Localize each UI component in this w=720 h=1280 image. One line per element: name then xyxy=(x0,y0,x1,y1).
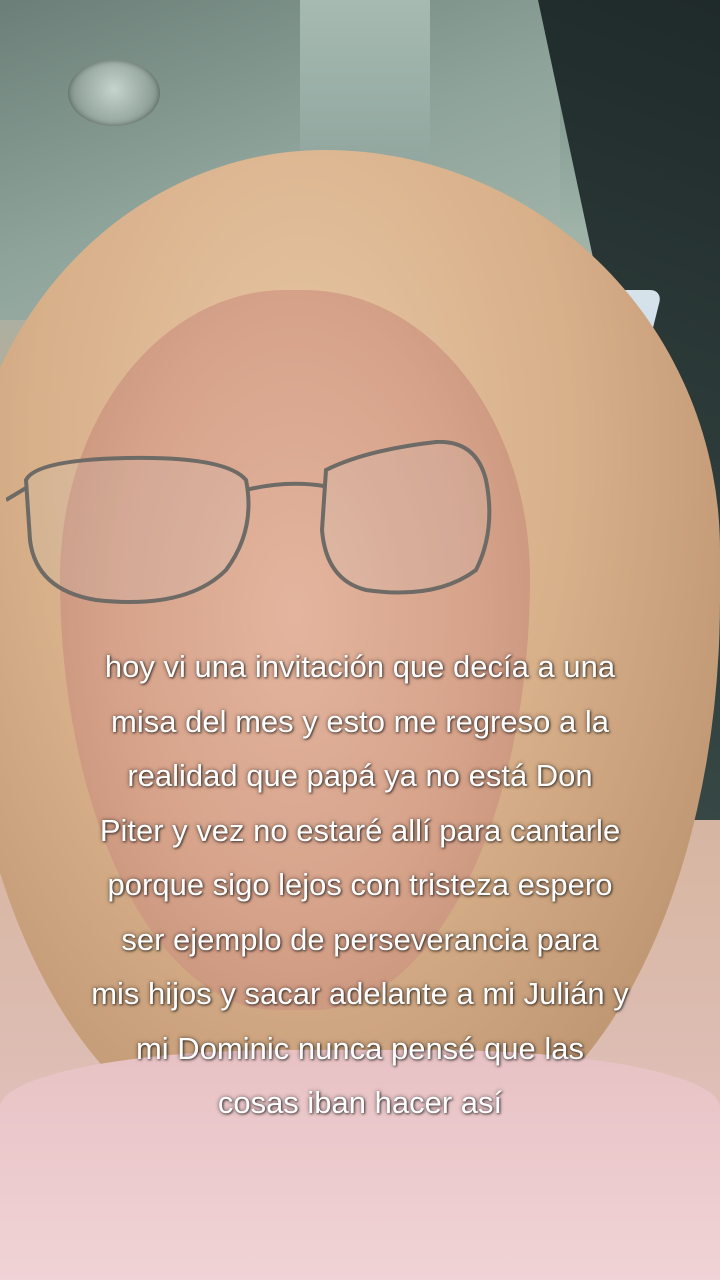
eyeglasses xyxy=(6,440,492,604)
video-frame[interactable]: hoy vi una invitación que decía a una mi… xyxy=(0,0,720,1280)
caption-line: cosas iban hacer así xyxy=(217,1085,503,1120)
caption-line: misa del mes y esto me regreso a la xyxy=(111,703,609,739)
sun-visor xyxy=(300,0,430,160)
caption-line: mi Dominic nunca pensé que las xyxy=(135,1030,585,1066)
video-caption: hoy vi una invitación que decía a una mi… xyxy=(24,640,696,1131)
caption-line: realidad que papá ya no está Don xyxy=(127,758,593,793)
caption-line: ser ejemplo de perseverancia para xyxy=(121,921,599,957)
caption-line: Piter y vez no estaré allí para cantarle xyxy=(99,812,621,848)
caption-line: mis hijos y sacar adelante a mi Julián y xyxy=(91,976,629,1011)
caption-line: porque sigo lejos con tristeza espero xyxy=(107,867,613,902)
dome-light xyxy=(68,60,160,126)
caption-line: hoy vi una invitación que decía a una xyxy=(104,649,616,684)
